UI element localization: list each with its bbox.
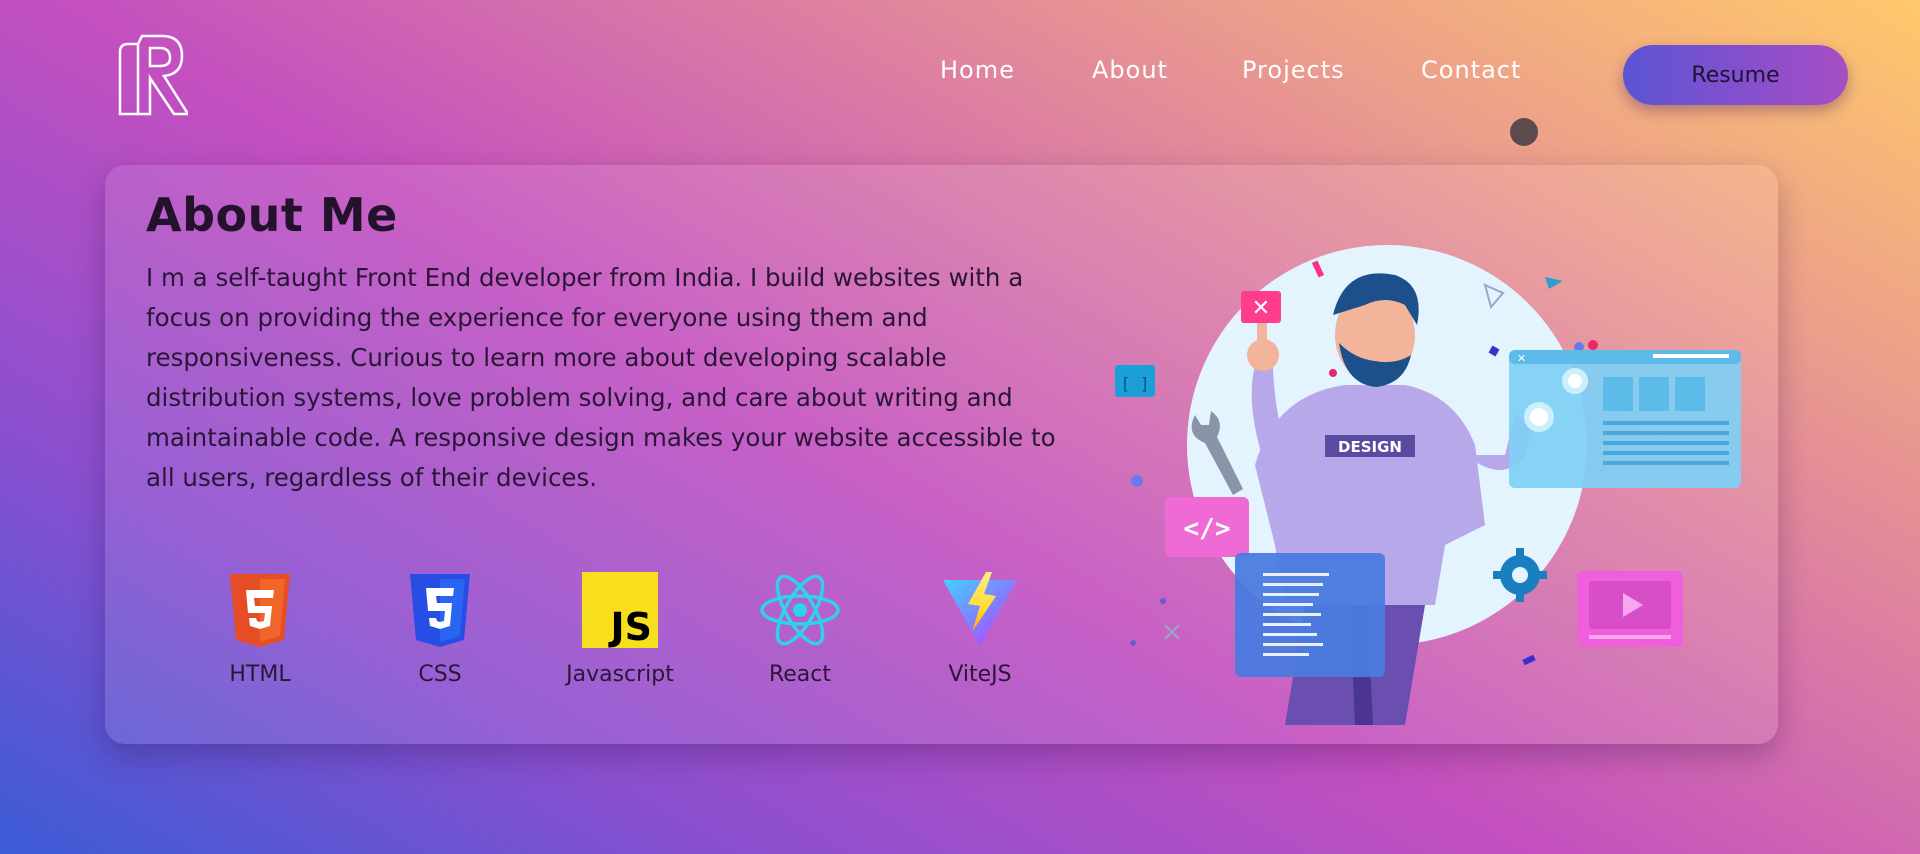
svg-text:</>: </>	[1184, 514, 1231, 544]
nav-about-link[interactable]: About	[1092, 56, 1168, 84]
react-icon	[760, 574, 840, 646]
skill-javascript[interactable]: JS Javascript	[540, 570, 700, 687]
svg-text:[ ]: [ ]	[1121, 374, 1150, 393]
cursor-follower-dot	[1510, 118, 1538, 146]
skill-javascript-label: Javascript	[566, 662, 674, 687]
developer-illustration: [ ] ✕ DESIGN ✕ </>	[1115, 245, 1741, 725]
skill-vitejs[interactable]: ViteJS	[900, 570, 1060, 687]
about-bio: I m a self-taught Front End developer fr…	[146, 263, 1056, 492]
shirt-text: DESIGN	[1338, 438, 1402, 456]
nav-contact-link[interactable]: Contact	[1421, 56, 1521, 84]
svg-text:✕: ✕	[1517, 352, 1526, 365]
skill-vitejs-label: ViteJS	[948, 662, 1012, 687]
about-title: About Me	[146, 188, 398, 242]
vitejs-icon	[943, 572, 1017, 646]
css3-icon	[410, 574, 470, 647]
svg-text:✕: ✕	[1252, 296, 1270, 321]
about-card: About Me I m a self-taught Front End dev…	[105, 165, 1778, 744]
skill-html-label: HTML	[229, 662, 291, 687]
resume-button[interactable]: Resume	[1623, 45, 1848, 105]
skill-css-label: CSS	[418, 662, 462, 687]
skill-html[interactable]: HTML	[180, 570, 340, 687]
svg-text:JS: JS	[607, 605, 652, 649]
nav-projects-link[interactable]: Projects	[1242, 56, 1345, 84]
nav-home-link[interactable]: Home	[940, 56, 1015, 84]
r-monogram-logo[interactable]	[116, 34, 188, 116]
javascript-icon: JS	[582, 572, 658, 649]
html5-icon	[230, 574, 290, 647]
skill-react[interactable]: React	[720, 570, 880, 687]
skill-react-label: React	[768, 662, 832, 687]
navbar: Home About Projects Contact Resume	[0, 0, 1920, 150]
skill-css[interactable]: CSS	[360, 570, 520, 687]
